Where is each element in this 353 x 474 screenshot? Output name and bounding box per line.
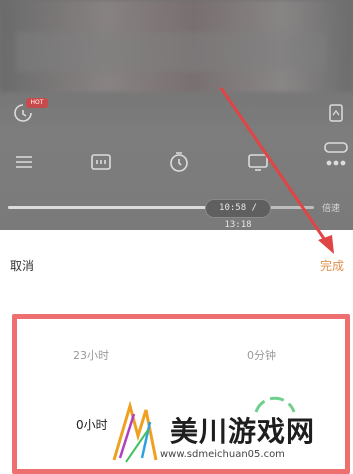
cast-icon[interactable] <box>245 150 271 174</box>
cancel-button[interactable]: 取消 <box>10 257 34 274</box>
more-icon[interactable] <box>322 140 350 170</box>
hot-badge: HOT <box>26 98 48 108</box>
minutes-option[interactable]: 0分钟 <box>247 347 276 363</box>
watermark-url: www.sdmeichuan05.com <box>160 449 285 460</box>
video-frame-detail <box>16 32 326 72</box>
hours-selected[interactable]: 0小时 <box>76 416 108 433</box>
timer-icon[interactable] <box>166 149 192 175</box>
speed-button[interactable]: 倍速 <box>322 201 340 214</box>
list-icon[interactable] <box>12 150 36 174</box>
done-button[interactable]: 完成 <box>320 257 344 274</box>
video-player[interactable]: HOT 10:58 / 13:18 倍速 <box>0 0 353 230</box>
episode-icon[interactable] <box>88 150 114 174</box>
watermark-text: 美川游戏网 <box>170 415 316 448</box>
hours-option[interactable]: 23小时 <box>73 347 109 363</box>
time-display: 10:58 / 13:18 <box>205 199 271 230</box>
mirror-icon[interactable] <box>326 102 346 124</box>
